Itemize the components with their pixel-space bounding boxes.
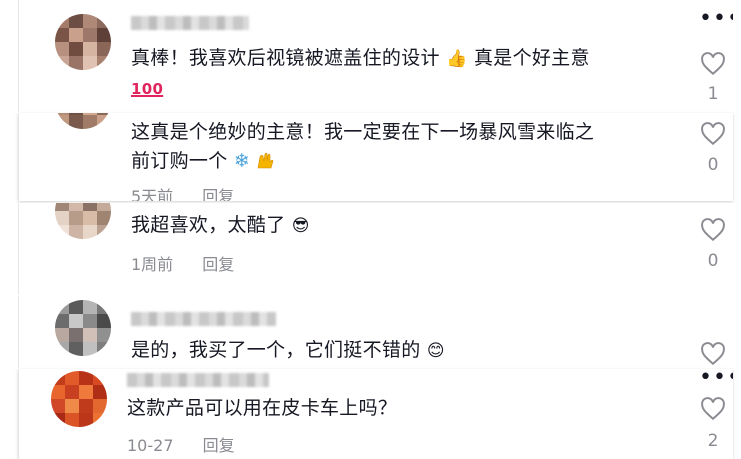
timestamp: 10-27 bbox=[127, 436, 174, 455]
reply-link[interactable]: 回复 bbox=[202, 255, 234, 274]
like-count: 0 bbox=[707, 251, 719, 271]
username-blurred[interactable] bbox=[127, 373, 269, 387]
comment-text: 这真是个绝妙的主意！我一定要在下一场暴风雪来临之 前订购一个 ❄ bbox=[131, 121, 595, 172]
comment-item: 是的，我买了一个，它们挺不错的 😊 bbox=[18, 296, 733, 368]
like-count: 0 bbox=[707, 155, 719, 175]
snowflake-emoji: ❄ bbox=[233, 150, 251, 172]
comment-text: 我超喜欢，太酷了 😎 bbox=[131, 214, 310, 236]
sunglasses-emoji: 😎 bbox=[291, 216, 310, 236]
comment-item: 我超喜欢，太酷了 😎 1周前 回复 0 bbox=[18, 203, 733, 295]
reply-link[interactable]: 回复 bbox=[202, 187, 234, 201]
reply-link[interactable]: 回复 bbox=[203, 436, 235, 455]
comment-item: 真棒！我喜欢后视镜被遮盖住的设计 👍 真是个好主意 100 ••• 1 bbox=[18, 0, 733, 112]
heart-outline-icon[interactable] bbox=[700, 218, 726, 242]
username-blurred[interactable] bbox=[131, 16, 249, 30]
username-blurred[interactable] bbox=[131, 312, 276, 326]
avatar[interactable] bbox=[51, 371, 107, 427]
avatar[interactable] bbox=[55, 14, 111, 70]
comment-list: 真棒！我喜欢后视镜被遮盖住的设计 👍 真是个好主意 100 ••• 1 这真是个… bbox=[0, 0, 741, 459]
avatar[interactable] bbox=[55, 113, 111, 129]
timestamp: 1周前 bbox=[131, 255, 174, 274]
comment-item: 这款产品可以用在皮卡车上吗？ 10-27 回复 ••• 2 bbox=[18, 369, 733, 459]
comment-text: 真棒！我喜欢后视镜被遮盖住的设计 👍 真是个好主意 bbox=[131, 47, 590, 69]
thumbs-up-emoji: 👍 bbox=[446, 49, 468, 69]
comment-meta: 10-27 回复 bbox=[127, 432, 235, 456]
more-dots-icon[interactable]: ••• bbox=[699, 369, 733, 389]
like-count: 1 bbox=[707, 84, 719, 104]
heart-outline-icon[interactable] bbox=[700, 397, 726, 421]
avatar[interactable] bbox=[55, 300, 111, 356]
comment-meta: 5天前 回复 bbox=[131, 183, 234, 201]
comment-item: 这真是个绝妙的主意！我一定要在下一场暴风雪来临之 前订购一个 ❄ 5天前 回复 … bbox=[18, 113, 733, 201]
heart-outline-icon[interactable] bbox=[700, 342, 726, 366]
like-count: 2 bbox=[707, 431, 719, 451]
comment-text: 这款产品可以用在皮卡车上吗？ bbox=[127, 397, 398, 419]
hundred-points-emoji: 100 bbox=[131, 80, 164, 98]
comment-text: 是的，我买了一个，它们挺不错的 😊 bbox=[131, 339, 445, 361]
heart-outline-icon[interactable] bbox=[700, 52, 726, 76]
more-dots-icon[interactable]: ••• bbox=[699, 8, 733, 30]
avatar[interactable] bbox=[55, 203, 111, 239]
comment-badge: 100 bbox=[131, 74, 163, 104]
raised-hands-emoji bbox=[258, 152, 274, 169]
heart-outline-icon[interactable] bbox=[700, 122, 726, 146]
timestamp: 5天前 bbox=[131, 187, 174, 201]
smile-emoji: 😊 bbox=[426, 341, 445, 361]
comment-meta: 1周前 回复 bbox=[131, 251, 234, 275]
